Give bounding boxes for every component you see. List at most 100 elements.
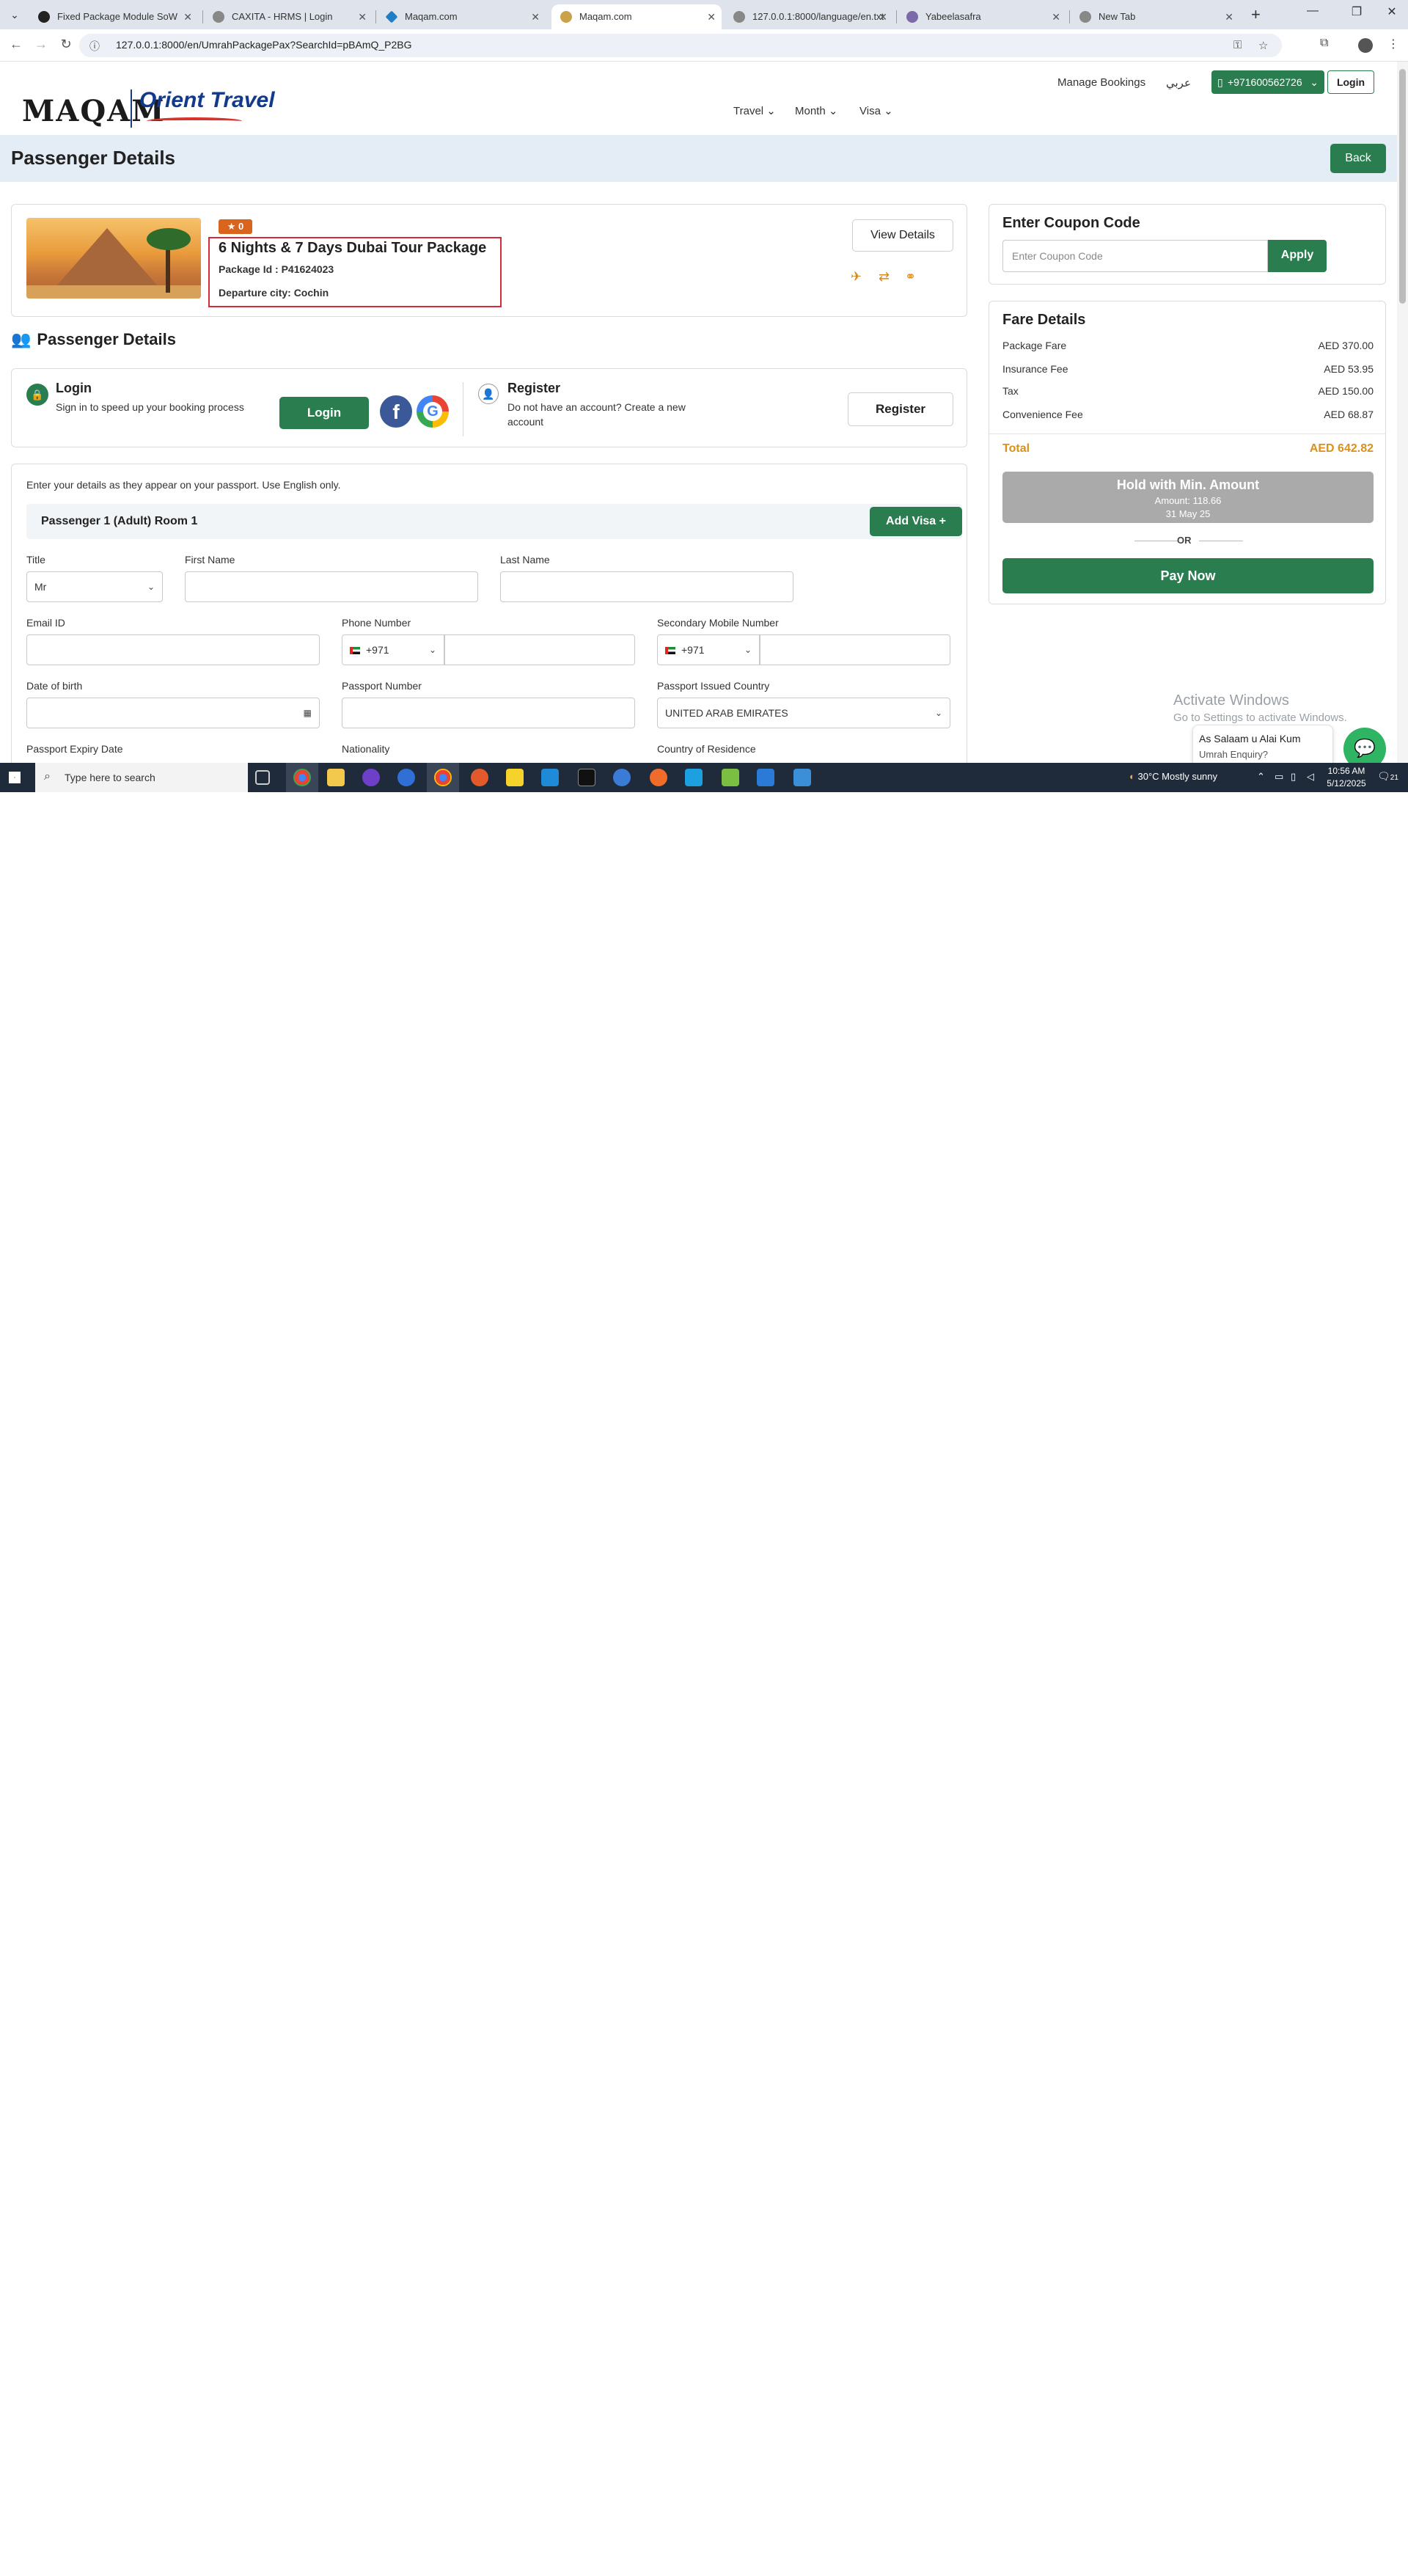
manage-bookings-link[interactable]: Manage Bookings — [1057, 76, 1145, 89]
extensions-icon[interactable]: ⧉ — [1320, 37, 1328, 50]
terminal-icon[interactable] — [578, 769, 595, 786]
browser-tab-3-active[interactable]: Maqam.com ✕ — [551, 4, 722, 29]
tray-chevron-up-icon[interactable]: ⌃ — [1257, 771, 1265, 783]
scrollbar-thumb[interactable] — [1399, 69, 1406, 304]
browser-tab-4[interactable]: 127.0.0.1:8000/language/en.txt ✕ — [725, 4, 893, 29]
close-icon[interactable]: ✕ — [358, 4, 367, 29]
calendar-icon[interactable]: ▦ — [304, 698, 312, 728]
tab-label: New Tab — [1099, 11, 1136, 22]
close-icon[interactable]: ✕ — [879, 4, 887, 29]
header-login-button[interactable]: Login — [1327, 70, 1374, 94]
notification-icon[interactable]: 🗨21 — [1377, 770, 1398, 783]
close-icon[interactable]: ✕ — [707, 4, 716, 29]
tab-search-icon[interactable]: ⌄ — [6, 6, 23, 23]
title-select[interactable]: Mr ⌄ — [26, 571, 163, 602]
package-id: Package Id : P41624023 — [219, 263, 334, 275]
vscode-icon[interactable] — [541, 769, 559, 786]
menu-visa[interactable]: Visa ⌄ — [859, 104, 893, 117]
google-icon[interactable]: G — [417, 395, 449, 428]
chrome-icon[interactable] — [293, 769, 311, 786]
address-bar[interactable]: ⓘ 127.0.0.1:8000/en/UmrahPackagePax?Sear… — [79, 34, 1282, 57]
browser-tab-2[interactable]: Maqam.com ✕ — [377, 4, 546, 29]
user-icon: 👤 — [478, 384, 499, 404]
orient-travel-logo[interactable]: Orient Travel — [139, 88, 275, 113]
close-icon[interactable]: ✕ — [531, 4, 540, 29]
close-icon[interactable]: ✕ — [1225, 4, 1233, 29]
add-visa-button[interactable]: Add Visa + — [870, 507, 962, 536]
task-view-icon[interactable] — [255, 770, 270, 785]
fare-details-card: Fare Details Package Fare AED 370.00 Insu… — [989, 301, 1386, 604]
snipping-tool-icon[interactable] — [793, 769, 811, 786]
issued-country-select[interactable]: UNITED ARAB EMIRATES ⌄ — [657, 698, 950, 728]
language-arabic-link[interactable]: عربي — [1166, 76, 1191, 89]
back-button[interactable]: Back — [1330, 144, 1386, 173]
facebook-icon[interactable]: f — [380, 395, 412, 428]
back-arrow-icon[interactable]: ← — [7, 37, 25, 52]
menu-travel[interactable]: Travel ⌄ — [733, 104, 776, 117]
package-title: 6 Nights & 7 Days Dubai Tour Package — [219, 240, 487, 256]
github-desktop-icon[interactable] — [362, 769, 380, 786]
apply-coupon-button[interactable]: Apply — [1268, 240, 1327, 272]
register-heading: Register — [507, 381, 561, 395]
minimize-icon[interactable]: — — [1298, 4, 1327, 18]
app-icon[interactable] — [613, 769, 631, 786]
password-key-icon[interactable]: ⚿ — [1233, 39, 1242, 51]
edge-icon[interactable] — [685, 769, 703, 786]
bookmark-star-icon[interactable]: ☆ — [1258, 39, 1268, 52]
location-app-icon[interactable] — [397, 769, 415, 786]
view-details-button[interactable]: View Details — [852, 219, 953, 252]
taskbar-search[interactable]: ⌕ Type here to search — [35, 763, 248, 792]
new-tab-icon[interactable]: + — [1251, 6, 1261, 23]
pay-now-button[interactable]: Pay Now — [1002, 558, 1374, 593]
chat-popup[interactable]: As Salaam u Alai Kum Umrah Enquiry? — [1192, 725, 1333, 769]
login-button[interactable]: Login — [279, 397, 369, 429]
fare-label: Convenience Fee — [1002, 409, 1083, 420]
tab-divider — [202, 10, 203, 23]
browser-menu-icon[interactable]: ⋮ — [1387, 37, 1399, 51]
browser-tab-0[interactable]: Fixed Package Module SoW ✕ — [29, 4, 198, 29]
notepad-icon[interactable] — [722, 769, 739, 786]
windows-start-icon[interactable] — [9, 772, 21, 783]
clock-time[interactable]: 10:56 AM — [1326, 766, 1367, 776]
register-button[interactable]: Register — [848, 392, 953, 426]
page-scrollbar[interactable] — [1397, 62, 1408, 763]
volume-icon[interactable]: ◁ — [1307, 771, 1314, 783]
phone-button[interactable]: ▯ +971600562726 ⌄ — [1211, 70, 1324, 94]
browser-tab-1[interactable]: CAXITA - HRMS | Login ✕ — [204, 4, 373, 29]
chrome-profile-icon[interactable] — [434, 769, 452, 786]
postman-icon[interactable] — [650, 769, 667, 786]
browser-tab-6[interactable]: New Tab ✕ — [1071, 4, 1239, 29]
file-explorer-icon[interactable] — [327, 769, 345, 786]
last-name-input[interactable] — [500, 571, 793, 602]
battery-icon[interactable]: ▯ — [1291, 771, 1296, 783]
remote-desktop-icon[interactable] — [757, 769, 774, 786]
network-icon[interactable]: ▭ — [1275, 771, 1283, 783]
first-name-input[interactable] — [185, 571, 478, 602]
weather-widget[interactable]: ◐ 30°C Mostly sunny — [1129, 771, 1217, 782]
email-input[interactable] — [26, 634, 320, 665]
window-close-icon[interactable]: ✕ — [1377, 4, 1407, 19]
activate-windows-subtitle[interactable]: Go to Settings to activate Windows. — [1173, 711, 1347, 724]
forward-arrow-icon[interactable]: → — [32, 37, 50, 52]
reload-icon[interactable]: ↻ — [57, 37, 75, 52]
restore-icon[interactable]: ❐ — [1342, 4, 1371, 19]
url-text[interactable]: 127.0.0.1:8000/en/UmrahPackagePax?Search… — [116, 39, 412, 51]
close-icon[interactable]: ✕ — [1052, 4, 1060, 29]
phone-country-select[interactable]: +971 ⌄ — [342, 634, 444, 665]
close-icon[interactable]: ✕ — [183, 4, 192, 29]
coupon-input[interactable]: Enter Coupon Code — [1002, 240, 1268, 272]
menu-month[interactable]: Month ⌄ — [795, 104, 837, 117]
secondary-mobile-input[interactable] — [760, 634, 950, 665]
dob-input[interactable]: ▦ — [26, 698, 320, 728]
clock-date[interactable]: 5/12/2025 — [1326, 778, 1367, 788]
sticky-notes-icon[interactable] — [506, 769, 524, 786]
profile-avatar[interactable] — [1358, 38, 1373, 53]
site-info-icon[interactable]: ⓘ — [89, 39, 100, 54]
browser-tab-5[interactable]: Yabeelasafra ✕ — [898, 4, 1066, 29]
firefox-icon[interactable] — [471, 769, 488, 786]
residence-label: Country of Residence — [657, 743, 756, 755]
hold-min-amount-button[interactable]: Hold with Min. Amount Amount: 118.66 31 … — [1002, 472, 1374, 523]
passport-number-input[interactable] — [342, 698, 635, 728]
secondary-country-select[interactable]: +971 ⌄ — [657, 634, 760, 665]
phone-number-input[interactable] — [444, 634, 635, 665]
